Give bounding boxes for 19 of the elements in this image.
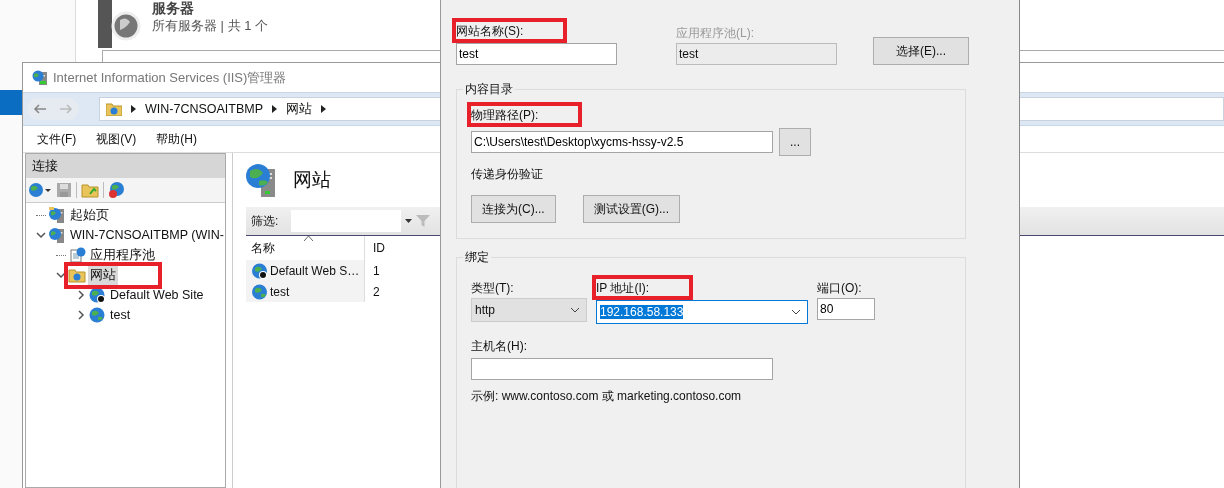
window-title: Internet Information Services (IIS)管理器 — [53, 68, 287, 87]
page-title: 服务器 — [152, 0, 195, 16]
field-label: 物理路径(P): — [471, 108, 539, 122]
group-title: 绑定 — [463, 249, 491, 266]
field-label: 应用程序池(L): — [676, 25, 754, 41]
group-title: 内容目录 — [463, 81, 515, 98]
site-id: 1 — [372, 262, 380, 280]
site-id: 2 — [372, 283, 380, 301]
field-label: IP 地址(I): — [596, 281, 650, 295]
field-label: 类型(T): — [471, 280, 514, 296]
field-label: 网站名称(S): — [456, 24, 524, 38]
page-title: 网站 — [293, 168, 331, 192]
field-label: 端口(O): — [817, 280, 862, 296]
server-count: 所有服务器 | 共 1 个 — [152, 17, 269, 35]
field-label: 主机名(H): — [471, 338, 527, 354]
example-text: 示例: www.contoso.com 或 marketing.contoso.com — [471, 388, 742, 404]
pane-header: 连接 — [26, 154, 225, 178]
pass-through-label: 传递身份验证 — [471, 166, 543, 182]
filter-label: 筛选: — [251, 212, 280, 230]
